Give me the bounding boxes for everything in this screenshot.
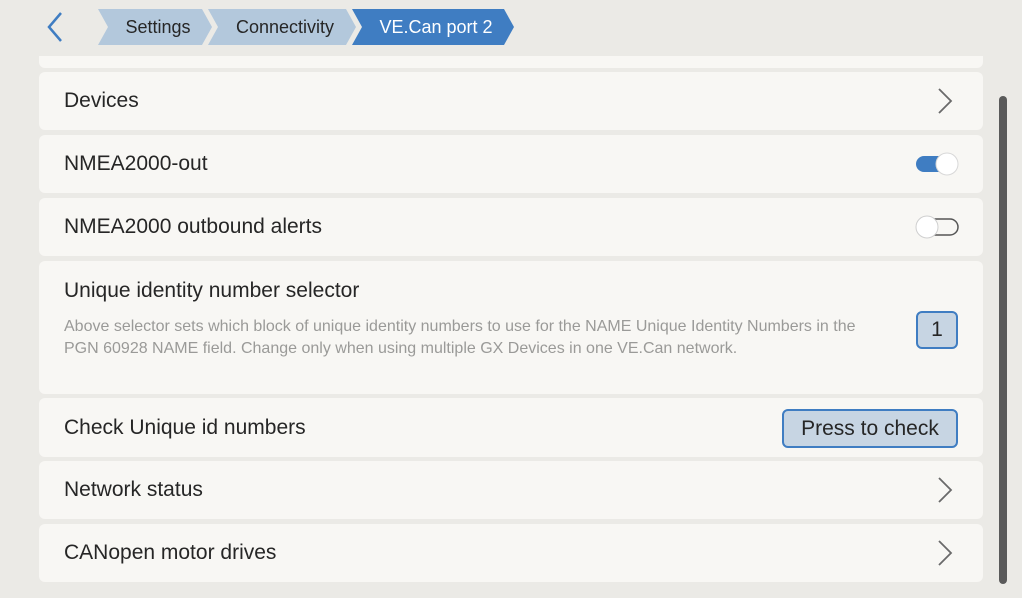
list-item-check-unique-ids: Check Unique id numbers Press to check	[39, 398, 983, 457]
list-item-devices[interactable]: Devices	[39, 72, 983, 130]
row-label: Unique identity number selector	[64, 279, 360, 302]
list-item-partial	[39, 56, 983, 68]
toggle-off-icon[interactable]	[915, 215, 959, 239]
chevron-right-icon	[938, 477, 953, 503]
row-label: NMEA2000 outbound alerts	[64, 215, 322, 238]
list-item-nmea2000-out: NMEA2000-out	[39, 135, 983, 193]
chevron-right-icon	[938, 540, 953, 566]
row-description: Above selector sets which block of uniqu…	[64, 318, 856, 357]
row-label: Check Unique id numbers	[64, 416, 306, 439]
settings-list: Devices NMEA2000-out NMEA2000 outbound a…	[39, 56, 983, 598]
chevron-right-icon	[938, 88, 953, 114]
list-item-canopen-motor-drives[interactable]: CANopen motor drives	[39, 524, 983, 582]
list-item-unique-identity-selector: Unique identity number selector Above se…	[39, 261, 983, 394]
row-label: CANopen motor drives	[64, 541, 277, 564]
unique-identity-spinbox[interactable]: 1	[916, 311, 958, 349]
list-item-nmea2000-alerts: NMEA2000 outbound alerts	[39, 198, 983, 256]
breadcrumb-settings[interactable]: Settings	[98, 9, 212, 45]
back-button[interactable]	[40, 8, 70, 46]
list-item-network-status[interactable]: Network status	[39, 461, 983, 519]
row-label: Network status	[64, 478, 203, 501]
scrollbar[interactable]	[999, 96, 1007, 584]
back-icon	[47, 12, 62, 42]
row-label: Devices	[64, 89, 139, 112]
breadcrumb-vecan-port-2[interactable]: VE.Can port 2	[352, 9, 514, 45]
row-label: NMEA2000-out	[64, 152, 208, 175]
breadcrumb-connectivity[interactable]: Connectivity	[208, 9, 356, 45]
toggle-on-icon[interactable]	[915, 152, 959, 176]
press-to-check-button[interactable]: Press to check	[782, 409, 958, 448]
top-bar: Settings Connectivity VE.Can port 2	[0, 0, 1022, 56]
